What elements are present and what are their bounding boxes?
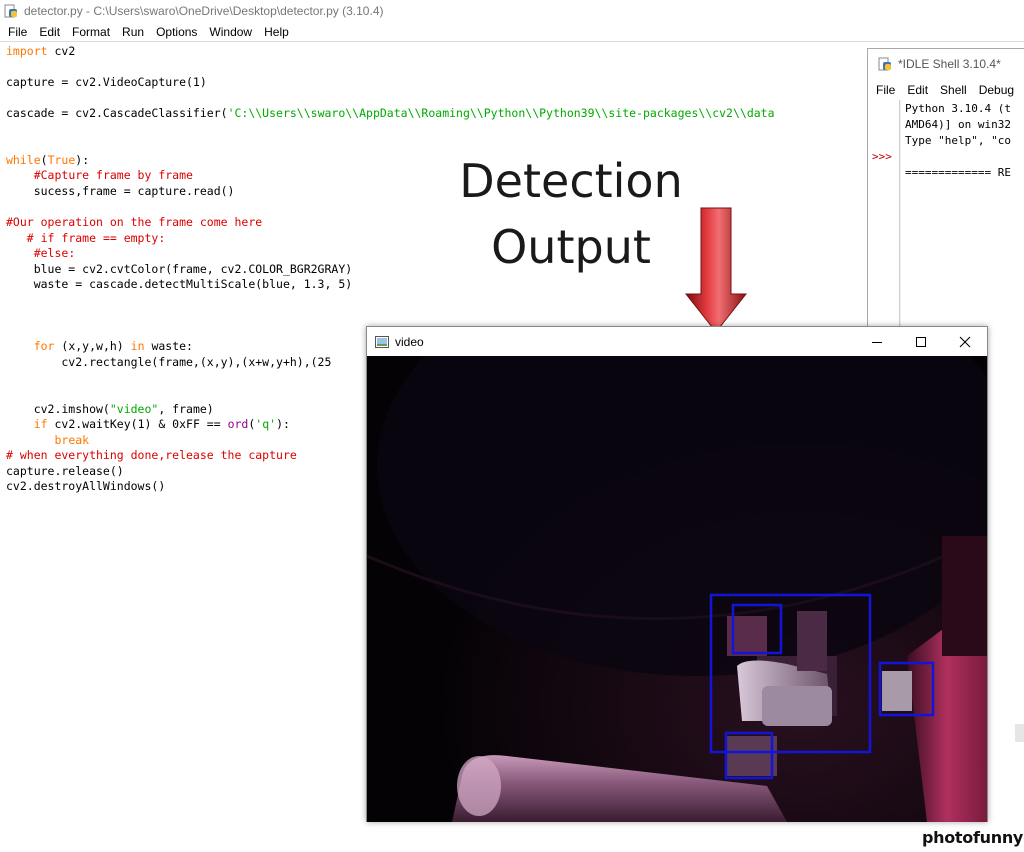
annotation-label: Detection Output <box>440 148 702 280</box>
shell-menu-shell[interactable]: Shell <box>934 83 973 97</box>
code-line: break <box>54 432 90 447</box>
annotation-line-2: Output <box>491 220 651 274</box>
menu-window[interactable]: Window <box>203 25 258 39</box>
menu-format[interactable]: Format <box>66 25 116 39</box>
close-button[interactable] <box>943 327 987 356</box>
code-line: #else: <box>33 246 76 261</box>
editor-menubar: File Edit Format Run Options Window Help <box>0 22 1024 42</box>
code-line: while(True): <box>6 152 90 167</box>
code-line: capture = cv2.VideoCapture(1) <box>6 75 207 90</box>
code-line: sucess,frame = capture.read() <box>6 183 235 198</box>
shell-menubar: File Edit Shell Debug <box>868 79 1024 100</box>
code-line: waste = cascade.detectMultiScale(blue, 1… <box>6 277 353 292</box>
down-arrow-icon <box>684 207 748 333</box>
watermark-logo: photofunny <box>922 828 1024 847</box>
python-file-icon <box>878 57 892 71</box>
menu-help[interactable]: Help <box>258 25 295 39</box>
editor-window-title: detector.py - C:\Users\swaro\OneDrive\De… <box>24 4 384 18</box>
maximize-icon <box>916 336 926 347</box>
code-line: cv2.rectangle(frame,(x,y),(x+w,y+h),(25 <box>6 355 332 369</box>
menu-run[interactable]: Run <box>116 25 150 39</box>
shell-menu-edit[interactable]: Edit <box>901 83 934 97</box>
code-line: #Our operation on the frame come here <box>6 215 263 230</box>
code-line: capture.release() <box>6 463 124 478</box>
code-line: cv2.destroyAllWindows() <box>6 479 166 494</box>
code-line: #Capture frame by frame <box>33 168 193 183</box>
editor-titlebar: detector.py - C:\Users\swaro\OneDrive\De… <box>0 0 1024 22</box>
code-line: # when everything done,release the captu… <box>6 448 297 463</box>
python-file-icon <box>4 4 18 18</box>
shell-line: AMD64)] on win32 <box>905 118 1011 131</box>
window-app-icon <box>375 335 389 348</box>
menu-edit[interactable]: Edit <box>33 25 66 39</box>
camera-frame-image <box>367 356 987 822</box>
code-line: import cv2 <box>6 44 76 58</box>
minimize-icon <box>872 341 882 343</box>
video-frame <box>367 356 987 822</box>
code-line: if cv2.waitKey(1) & 0xFF == ord('q'): <box>33 417 290 432</box>
shell-titlebar: *IDLE Shell 3.10.4* <box>868 49 1024 79</box>
shell-line: Python 3.10.4 (t <box>905 102 1011 115</box>
code-line: cascade = cv2.CascadeClassifier('C:\\Use… <box>6 106 775 121</box>
annotation-line-1: Detection <box>459 154 683 208</box>
code-line: blue = cv2.cvtColor(frame, cv2.COLOR_BGR… <box>6 261 353 276</box>
maximize-button[interactable] <box>899 327 943 356</box>
shell-line: Type "help", "co <box>905 134 1011 147</box>
shell-menu-file[interactable]: File <box>870 83 901 97</box>
code-line: for (x,y,w,h) in waste: <box>33 339 193 354</box>
shell-menu-debug[interactable]: Debug <box>973 83 1020 97</box>
code-line: # if frame == empty: <box>26 230 166 245</box>
minimize-button[interactable] <box>855 327 899 356</box>
menu-options[interactable]: Options <box>150 25 203 39</box>
code-line: cv2.imshow("video", frame) <box>6 401 214 416</box>
video-window-title: video <box>395 334 424 349</box>
shell-line: ============= RE <box>905 166 1011 179</box>
video-window: video <box>366 326 988 822</box>
menu-file[interactable]: File <box>2 25 33 39</box>
close-icon <box>959 336 971 347</box>
shell-window-title: *IDLE Shell 3.10.4* <box>898 57 1001 71</box>
shell-prompt: >>> <box>872 150 892 163</box>
shell-scrollbar[interactable] <box>1015 724 1024 742</box>
